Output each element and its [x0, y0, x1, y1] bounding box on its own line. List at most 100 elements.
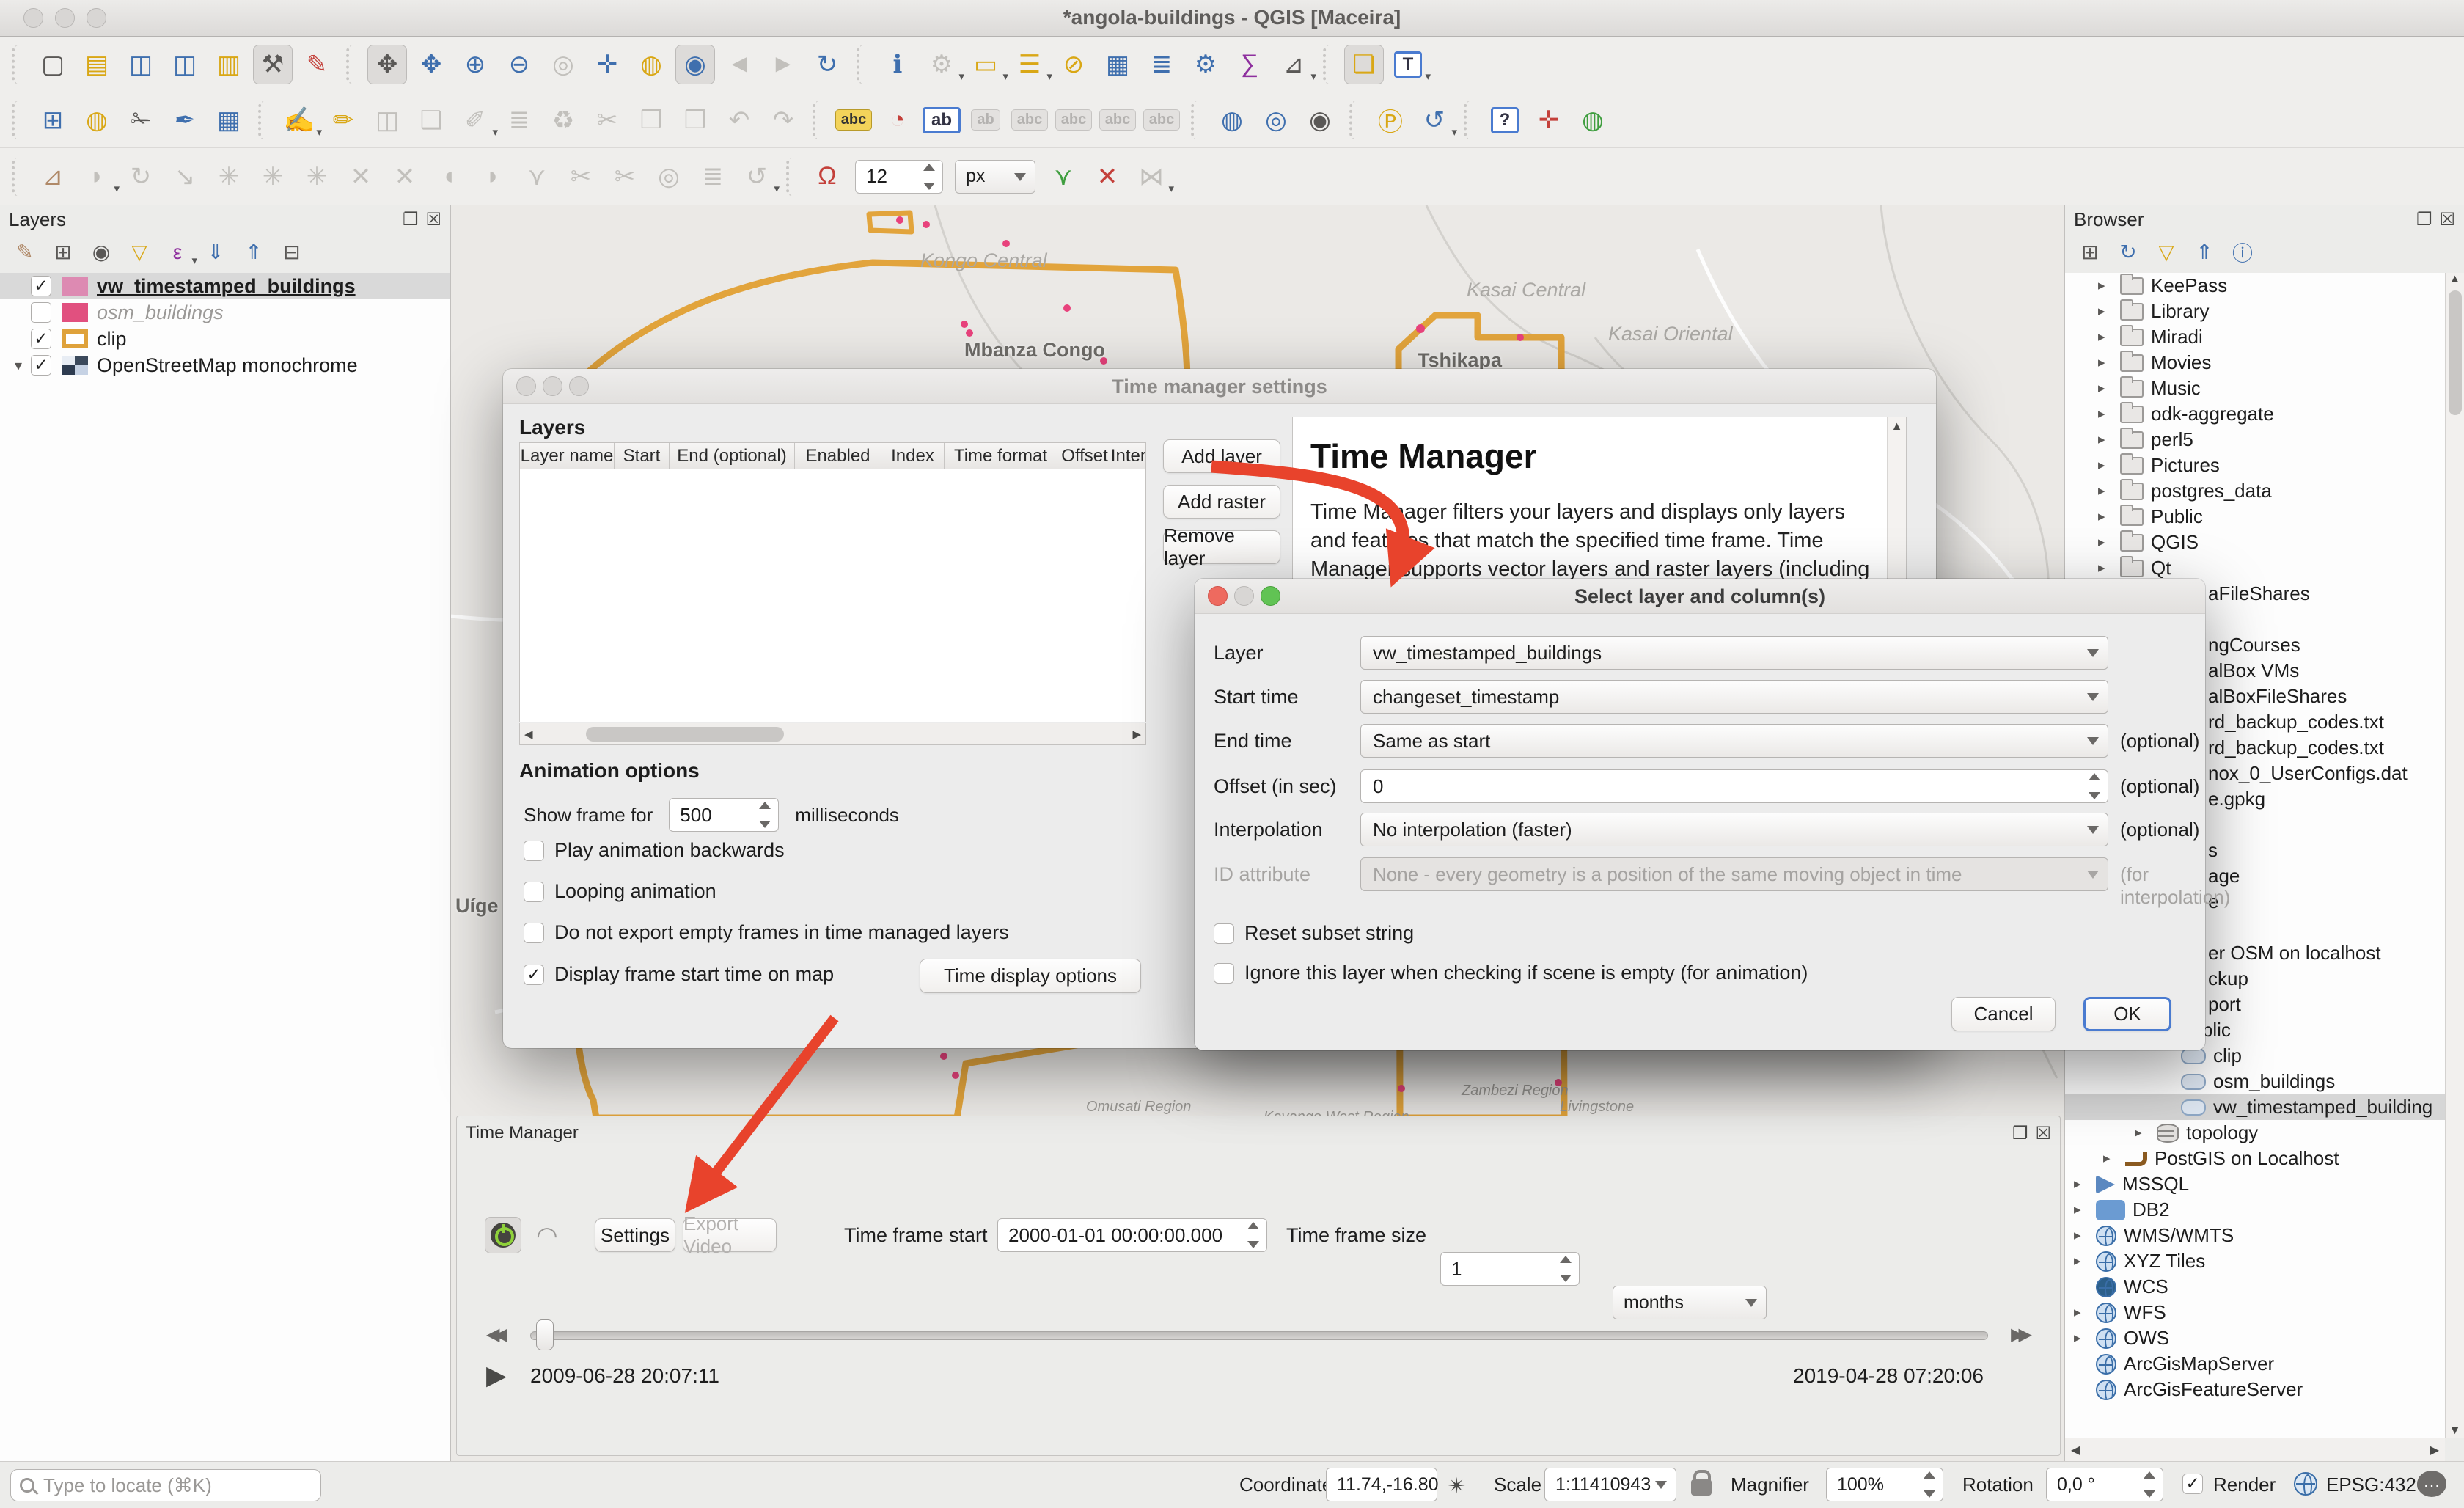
tree-caret-icon[interactable]: ▸ [2074, 1227, 2096, 1244]
fast-forward-icon[interactable]: ▶▶ [2011, 1324, 2026, 1345]
browser-item[interactable]: ▸ XYZ Tiles [2065, 1248, 2445, 1274]
toolbar-button[interactable] [813, 101, 824, 139]
toolbar-button[interactable] [12, 158, 23, 196]
tree-caret-icon[interactable]: ▸ [2098, 457, 2120, 474]
close-panel-icon[interactable]: ☒ [2035, 1123, 2051, 1144]
change-label-button[interactable]: abc [1142, 100, 1181, 140]
table-column-header[interactable]: End (optional) [670, 443, 795, 469]
add-group-icon[interactable]: ⊞ [46, 236, 80, 268]
scroll-up-icon[interactable]: ▲ [1891, 420, 1903, 433]
layer-visibility-checkbox[interactable]: ✓ [31, 329, 51, 349]
magnifier-input[interactable]: 100% [1826, 1468, 1943, 1501]
browser-item[interactable]: WCS [2065, 1274, 2445, 1300]
toolbar-button[interactable] [346, 45, 358, 84]
zoom-out-button[interactable]: ⊖ [499, 45, 539, 84]
scale-select[interactable]: 1:11410943 [1544, 1468, 1676, 1501]
rotation-input[interactable]: 0,0 ° [2046, 1468, 2163, 1501]
zoom-full-button[interactable]: ✛ [587, 45, 627, 84]
scroll-right-icon[interactable]: ▶ [2430, 1443, 2439, 1457]
tree-caret-icon[interactable]: ▸ [2098, 508, 2120, 525]
toggle-editing-button[interactable]: ✏ [323, 100, 363, 140]
table-column-header[interactable]: Time format [945, 443, 1057, 469]
time-slider-handle[interactable] [536, 1320, 554, 1350]
time-unit-select[interactable]: months [1613, 1286, 1767, 1320]
filter-legend-icon[interactable]: ▽ [122, 236, 156, 268]
properties-widget-icon[interactable]: ⓘ [2226, 236, 2259, 268]
browser-item[interactable]: ArcGisFeatureServer [2065, 1377, 2445, 1402]
split-parts-button[interactable]: ✂ [561, 157, 601, 197]
scrollbar-thumb[interactable] [2449, 290, 2462, 415]
open-project-button[interactable]: ▤ [77, 45, 117, 84]
zoom-native-button[interactable]: ◎ [543, 45, 583, 84]
help-button[interactable]: ? [1485, 100, 1525, 140]
browser-item[interactable]: osm_buildings [2065, 1069, 2445, 1094]
checkbox[interactable] [524, 841, 544, 861]
browser-item[interactable]: ▸ Movies [2065, 350, 2445, 376]
pan-to-selection-button[interactable]: ✥ [411, 45, 451, 84]
add-spatialite-layer-button[interactable]: ✒ [165, 100, 205, 140]
refresh-browser-icon[interactable]: ↻ [2111, 236, 2145, 268]
time-slider-track[interactable] [530, 1331, 1988, 1340]
delete-ring-button[interactable]: ✕ [341, 157, 381, 197]
run-feature-action-button[interactable]: ⚙▾ [922, 45, 961, 84]
browser-item[interactable]: ▸ Pictures [2065, 453, 2445, 478]
filter-browser-icon[interactable]: ▽ [2149, 236, 2183, 268]
layer-row[interactable]: ✓ vw_timestamped_buildings [0, 273, 450, 299]
zoom-to-selection-button[interactable]: ◉ [675, 45, 715, 84]
table-column-header[interactable]: Start [615, 443, 670, 469]
time-frame-size-input[interactable]: 1 [1440, 1252, 1580, 1286]
rotate-feature-button[interactable]: ↻ [121, 157, 161, 197]
redo-button[interactable]: ↷ [763, 100, 803, 140]
scroll-left-icon[interactable]: ◀ [524, 728, 533, 741]
expression-filter-icon[interactable]: ε▾ [161, 236, 194, 268]
data-source-manager-button[interactable]: ⊞ [33, 100, 73, 140]
play-button[interactable]: ▶ [486, 1360, 507, 1391]
table-column-header[interactable]: Offset [1057, 443, 1112, 469]
epsg-label[interactable]: EPSG:4326 [2326, 1474, 2427, 1496]
select-features-button[interactable]: ▭▾ [966, 45, 1005, 84]
rewind-icon[interactable]: ◀◀ [486, 1324, 502, 1345]
cad-tools-button[interactable]: ⊿ [33, 157, 73, 197]
table-column-header[interactable]: Layer name [520, 443, 615, 469]
browser-item[interactable]: ▸ Library [2065, 299, 2445, 324]
layer-row[interactable]: osm_buildings [0, 299, 450, 326]
toolbar-button[interactable] [258, 101, 270, 139]
identify-features-button[interactable]: ℹ [878, 45, 917, 84]
float-panel-icon[interactable]: ❐ [2012, 1123, 2028, 1144]
browser-item[interactable]: ▸ Miradi [2065, 324, 2445, 350]
undo-button[interactable]: ↶ [719, 100, 759, 140]
layer-select[interactable]: vw_timestamped_buildings [1360, 636, 2108, 670]
toolbar-button[interactable] [857, 45, 868, 84]
toolbar-button[interactable] [12, 45, 23, 84]
new-print-layout-button[interactable]: ▥ [209, 45, 249, 84]
metasearch-add-button[interactable]: ◍ [1212, 100, 1252, 140]
tree-caret-icon[interactable]: ▸ [2098, 534, 2120, 551]
tree-caret-icon[interactable]: ▸ [2074, 1330, 2096, 1347]
archaeology-mode-icon[interactable]: ◠ [536, 1221, 558, 1251]
browser-horizontal-scrollbar[interactable]: ◀ ▶ [2065, 1438, 2445, 1461]
time-manager-power-button[interactable] [485, 1217, 521, 1253]
vertex-crosshair-button[interactable]: ✛ [1529, 100, 1569, 140]
copy-features-button[interactable]: ❒ [631, 100, 671, 140]
metasearch-button[interactable]: ◎ [1256, 100, 1296, 140]
rotate-label-button[interactable]: abc [1098, 100, 1137, 140]
browser-item[interactable]: ▸ OWS [2065, 1325, 2445, 1351]
checkbox[interactable]: ✓ [524, 965, 544, 985]
text-annotation-button[interactable]: T▾ [1388, 45, 1428, 84]
zoom-last-button[interactable]: ◄ [719, 45, 759, 84]
table-column-header[interactable]: Enabled [795, 443, 881, 469]
layer-labeling-button[interactable]: abc [834, 100, 873, 140]
zoom-to-layer-button[interactable]: ◍ [631, 45, 671, 84]
show-hide-labels-button[interactable]: abc [1010, 100, 1049, 140]
browser-item[interactable]: ▸ PostGIS on Localhost [2065, 1146, 2445, 1171]
tree-caret-icon[interactable]: ▸ [2135, 1124, 2157, 1141]
browser-item[interactable]: ▸ Qt [2065, 555, 2445, 581]
map-tips-button[interactable]: ❏ [1344, 45, 1384, 84]
expand-all-icon[interactable]: ⇓ [199, 236, 232, 268]
browser-item[interactable]: ▸ WMS/WMTS [2065, 1223, 2445, 1248]
end-time-select[interactable]: Same as start [1360, 724, 2108, 758]
close-panel-icon[interactable]: ☒ [2439, 209, 2455, 230]
offset-curve-button[interactable]: ◖ [429, 157, 469, 197]
export-video-button[interactable]: Export Video [683, 1218, 777, 1252]
move-label-button[interactable]: abc [1054, 100, 1093, 140]
